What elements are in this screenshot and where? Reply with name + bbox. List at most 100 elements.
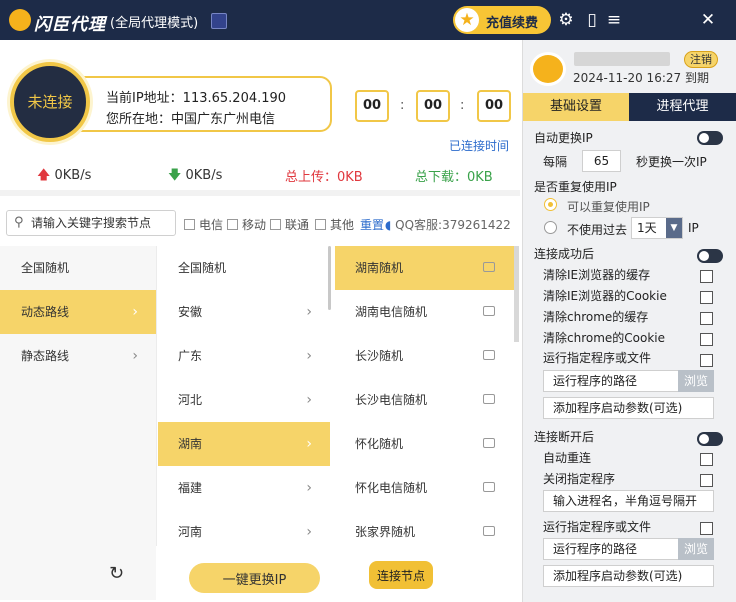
message-icon[interactable] (483, 438, 495, 448)
province-label: 河北 (178, 393, 203, 407)
node-search[interactable]: ⚲ (6, 210, 176, 236)
node-label: 湖南随机 (355, 261, 404, 275)
province-item[interactable]: 福建 › (158, 466, 330, 510)
phone-icon[interactable]: ▯ (581, 9, 603, 31)
mode-switch-icon[interactable] (211, 13, 227, 29)
isp-filter-telecom[interactable]: 电信 (184, 216, 223, 233)
browse-button[interactable]: 浏览 (678, 370, 714, 392)
message-icon[interactable] (483, 350, 495, 360)
route-item-dynamic[interactable]: 动态路线 › (0, 290, 156, 334)
refresh-icon[interactable]: ↻ (109, 563, 124, 584)
node-label: 怀化随机 (355, 437, 404, 451)
reuse-days-select[interactable]: 1天 ▼ (631, 217, 683, 239)
node-item[interactable]: 湖南电信随机 (335, 290, 515, 334)
clear-ie-cookie-label: 清除IE浏览器的Cookie (543, 289, 667, 303)
connect-node-button[interactable]: 连接节点 (369, 561, 433, 589)
menu-icon[interactable]: ≡ (603, 9, 625, 31)
province-item[interactable]: 河北 › (158, 378, 330, 422)
clear-chrome-cookie-checkbox[interactable] (700, 333, 713, 346)
close-program-checkbox[interactable] (700, 474, 713, 487)
auto-reconnect-checkbox[interactable] (700, 453, 713, 466)
tab-process-proxy[interactable]: 进程代理 (629, 93, 736, 121)
isp-filter-other[interactable]: 其他 (315, 216, 354, 233)
total-upload-value: 总上传：0KB (285, 170, 363, 185)
message-icon[interactable] (483, 482, 495, 492)
account-name-redacted (574, 52, 670, 66)
search-input[interactable] (31, 214, 171, 232)
change-ip-button[interactable]: 一键更换IP (189, 563, 320, 593)
close-icon[interactable]: ✕ (697, 9, 719, 31)
clear-ie-cache-checkbox[interactable] (700, 270, 713, 283)
program-args-input[interactable]: 添加程序启动参数(可选) (543, 397, 714, 419)
tab-basic-settings[interactable]: 基础设置 (523, 93, 629, 121)
chevron-right-icon: › (306, 304, 312, 320)
clear-chrome-cookie-label: 清除chrome的Cookie (543, 331, 666, 345)
app-name: 闪臣代理 (34, 15, 106, 35)
route-item-national[interactable]: 全国随机 (0, 246, 156, 290)
clear-chrome-cache-checkbox[interactable] (700, 312, 713, 325)
province-item[interactable]: 河南 › (158, 510, 330, 554)
message-icon[interactable] (483, 526, 495, 536)
province-scrollbar[interactable] (328, 246, 331, 310)
node-label: 湖南电信随机 (355, 305, 428, 319)
logout-button[interactable]: 注销 (684, 51, 718, 68)
on-connect-toggle[interactable] (697, 249, 723, 263)
node-scrollbar[interactable] (514, 246, 519, 342)
auto-reconnect-label: 自动重连 (543, 451, 592, 465)
headset-icon: ◖ (385, 218, 392, 232)
node-item[interactable]: 长沙电信随机 (335, 378, 515, 422)
recharge-label: 充值续费 (486, 16, 539, 31)
star-icon: ★ (455, 8, 479, 32)
isp-filter-mobile[interactable]: 移动 (227, 216, 266, 233)
run-program-label: 运行指定程序或文件 (543, 520, 652, 534)
run-program-checkbox[interactable] (700, 354, 713, 367)
province-item-selected[interactable]: 湖南 › (158, 422, 330, 466)
node-label: 怀化电信随机 (355, 481, 428, 495)
connection-status-button[interactable]: 未连接 (10, 62, 90, 142)
message-icon[interactable] (483, 394, 495, 404)
reuse-yes-radio[interactable] (544, 198, 557, 211)
node-item[interactable]: 怀化随机 (335, 422, 515, 466)
node-item[interactable]: 长沙随机 (335, 334, 515, 378)
qq-support-label: QQ客服:379261422 (395, 218, 511, 232)
reuse-days-value: 1天 (637, 221, 657, 235)
node-item[interactable]: 张家界随机 (335, 510, 515, 554)
program-path-input[interactable]: 运行程序的路径 (543, 370, 679, 392)
program-args-input[interactable]: 添加程序启动参数(可选) (543, 565, 714, 587)
reuse-no-radio[interactable] (544, 221, 557, 234)
province-label: 湖南 (178, 437, 203, 451)
province-item[interactable]: 安徽 › (158, 290, 330, 334)
node-item-selected[interactable]: 湖南随机 (335, 246, 515, 290)
run-program-checkbox[interactable] (700, 522, 713, 535)
chevron-right-icon: › (306, 480, 312, 496)
province-label: 广东 (178, 349, 203, 363)
total-upload: 总上传：0KB (285, 166, 363, 185)
program-path-input[interactable]: 运行程序的路径 (543, 538, 679, 560)
route-item-static[interactable]: 静态路线 › (0, 334, 156, 378)
message-icon[interactable] (483, 306, 495, 316)
settings-icon[interactable]: ⚙ (555, 9, 577, 31)
auto-change-ip-label: 自动更换IP (534, 131, 593, 145)
search-icon: ⚲ (14, 215, 24, 230)
province-item[interactable]: 全国随机 (158, 246, 330, 290)
clear-ie-cookie-checkbox[interactable] (700, 291, 713, 304)
total-download-value: 总下载：0KB (415, 170, 493, 185)
reset-button[interactable]: 重置 (360, 216, 384, 233)
process-names-input[interactable]: 输入进程名，半角逗号隔开 (543, 490, 714, 512)
interval-input[interactable]: 65 (582, 150, 621, 172)
browse-button[interactable]: 浏览 (678, 538, 714, 560)
province-item[interactable]: 广东 › (158, 334, 330, 378)
auto-change-ip-toggle[interactable] (697, 131, 723, 145)
route-label: 静态路线 (21, 349, 70, 363)
reuse-yes-label: 可以重复使用IP (567, 200, 650, 214)
message-icon[interactable] (483, 262, 495, 272)
on-disconnect-toggle[interactable] (697, 432, 723, 446)
divider (0, 190, 520, 196)
node-item[interactable]: 怀化电信随机 (335, 466, 515, 510)
isp-filter-unicom[interactable]: 联通 (270, 216, 309, 233)
close-program-label: 关闭指定程序 (543, 472, 616, 486)
timer-colon: : (460, 98, 465, 113)
node-label: 张家界随机 (355, 525, 416, 539)
recharge-button[interactable]: ★ 充值续费 (453, 6, 551, 34)
isp-label: 联通 (285, 218, 310, 232)
